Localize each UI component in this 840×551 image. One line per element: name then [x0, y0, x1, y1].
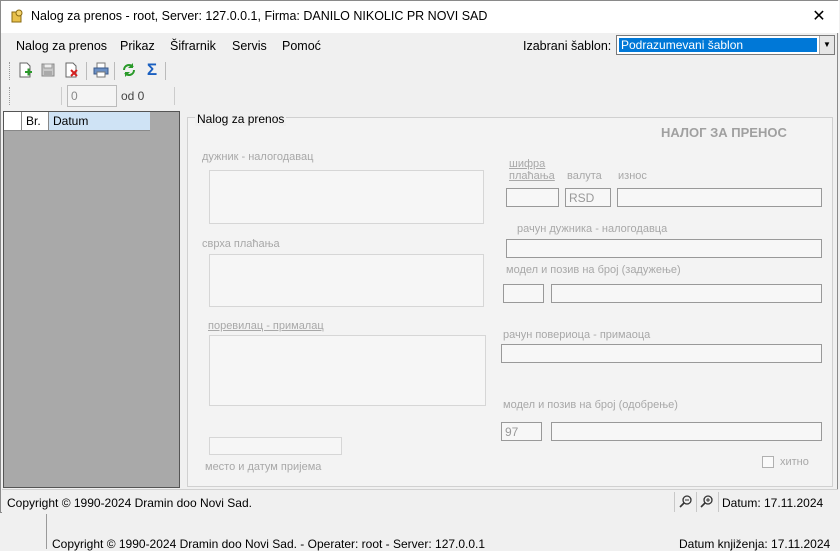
place-date-field[interactable] — [209, 437, 342, 455]
panel-caption: Nalog za prenos — [195, 112, 287, 126]
navigator-separator — [61, 87, 62, 105]
purpose-label: сврха плаћања — [202, 238, 280, 250]
dialog-window: Nalog za prenos - root, Server: 127.0.0.… — [0, 0, 839, 514]
zoom-out-button[interactable] — [678, 494, 694, 510]
zoom-in-button[interactable] — [699, 494, 715, 510]
grid-header: Br. Datum — [4, 112, 150, 131]
place-date-label: место и датум пријема — [205, 461, 322, 473]
toolbar-separator — [114, 62, 115, 80]
template-select[interactable]: Podrazumevani šablon ▼ — [616, 35, 835, 55]
new-document-icon — [19, 62, 32, 78]
payer-account-field[interactable] — [506, 239, 822, 258]
delete-icon — [65, 62, 78, 78]
refresh-button[interactable] — [119, 60, 139, 80]
save-button[interactable] — [38, 60, 58, 80]
record-position-input[interactable]: 0 — [67, 85, 117, 107]
menu-pomoc[interactable]: Pomoć — [282, 39, 321, 53]
amount-label: износ — [618, 170, 647, 182]
status-separator — [674, 492, 675, 512]
navigator-separator — [174, 87, 175, 105]
close-icon: ✕ — [812, 8, 826, 25]
payer-account-label: рачун дужника - налогодавца — [517, 223, 668, 235]
app-icon — [11, 9, 23, 23]
debit-reference-field[interactable] — [551, 284, 822, 303]
amount-field[interactable] — [617, 188, 822, 207]
payer-field[interactable] — [209, 170, 484, 224]
status-separator — [696, 492, 697, 512]
record-count-label: od 0 — [121, 89, 145, 103]
menu-servis[interactable]: Servis — [232, 39, 267, 53]
payment-code-field[interactable] — [506, 188, 559, 207]
menu-prikaz[interactable]: Prikaz — [120, 39, 155, 53]
payer-label: дужник - налогодавац — [202, 151, 314, 163]
chevron-down-icon[interactable]: ▼ — [819, 36, 834, 54]
debit-model-label: модел и позив на број (задужење) — [506, 264, 681, 276]
debit-model-field[interactable] — [503, 284, 544, 303]
status-date: Datum: 17.11.2024 — [722, 496, 824, 510]
payment-code-label-2[interactable]: плаћања — [509, 170, 555, 182]
template-selected-value: Podrazumevani šablon — [619, 38, 817, 52]
urgent-checkbox[interactable] — [762, 456, 774, 468]
toolbar-grip — [9, 62, 12, 80]
status-separator — [718, 492, 719, 512]
records-grid[interactable]: Br. Datum — [3, 111, 180, 488]
refresh-icon — [123, 63, 135, 77]
purpose-field[interactable] — [209, 254, 484, 307]
print-button[interactable] — [91, 60, 111, 80]
payment-code-label[interactable]: шифра — [509, 158, 545, 170]
status-bar: Copyright © 1990-2024 Dramin doo Novi Sa… — [2, 489, 838, 514]
credit-reference-field[interactable] — [551, 422, 822, 441]
recipient-account-field[interactable] — [501, 344, 822, 363]
zoom-out-icon — [679, 495, 692, 508]
print-icon — [93, 62, 109, 78]
menu-sifrarnik[interactable]: Šifrarnik — [170, 39, 216, 53]
close-button[interactable]: ✕ — [801, 3, 837, 31]
save-icon — [41, 63, 55, 77]
grid-header-number[interactable]: Br. — [22, 112, 49, 130]
menu-nalog-za-prenos[interactable]: Nalog za prenos — [16, 39, 107, 53]
template-label: Izabrani šablon: — [523, 39, 612, 53]
new-button[interactable] — [15, 60, 35, 80]
credit-model-field[interactable]: 97 — [501, 422, 542, 441]
navigator-grip — [9, 87, 12, 105]
title-bar[interactable]: Nalog za prenos - root, Server: 127.0.0.… — [1, 1, 839, 33]
toolbar-separator — [86, 62, 87, 80]
currency-field[interactable]: RSD — [565, 188, 611, 207]
grid-header-select[interactable] — [4, 112, 22, 130]
credit-model-label: модел и позив на број (одобрење) — [503, 399, 678, 411]
grid-header-date[interactable]: Datum — [49, 112, 150, 130]
sum-button[interactable]: Σ — [142, 60, 162, 80]
toolbar-separator — [165, 62, 166, 80]
urgent-label: хитно — [780, 456, 809, 468]
window-title: Nalog za prenos - root, Server: 127.0.0.… — [31, 9, 488, 23]
background-app-statusbar: Copyright © 1990-2024 Dramin doo Novi Sa… — [0, 513, 840, 551]
sum-icon: Σ — [146, 60, 158, 79]
zoom-in-icon — [700, 495, 713, 508]
recipient-account-label: рачун повериоца - примаоца — [503, 329, 651, 341]
currency-label: валута — [567, 170, 602, 182]
background-app-sidebar — [0, 513, 47, 549]
form-title: НАЛОГ ЗА ПРЕНОС — [661, 125, 787, 140]
delete-button[interactable] — [61, 60, 81, 80]
copyright-text: Copyright © 1990-2024 Dramin doo Novi Sa… — [7, 496, 252, 510]
recipient-field[interactable] — [209, 335, 486, 406]
recipient-label[interactable]: поревилац - прималац — [208, 320, 324, 332]
